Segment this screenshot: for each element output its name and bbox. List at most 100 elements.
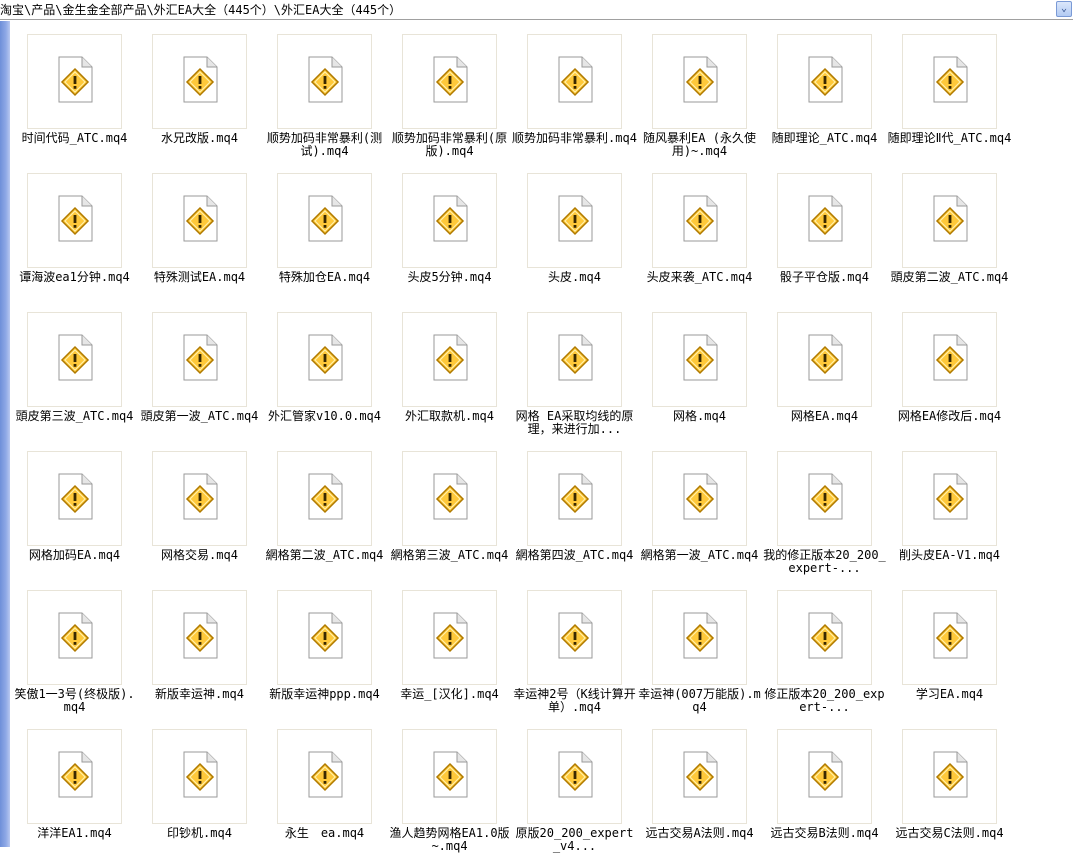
file-item[interactable]: 学习EA.mq4 — [887, 580, 1012, 719]
file-item[interactable]: 外汇管家v10.0.mq4 — [262, 302, 387, 441]
file-item[interactable]: 头皮5分钟.mq4 — [387, 163, 512, 302]
file-thumbnail[interactable] — [152, 451, 247, 546]
file-name-label[interactable]: 網格第三波_ATC.mq4 — [387, 549, 512, 562]
file-item[interactable]: 削头皮EA-V1.mq4 — [887, 441, 1012, 580]
file-item[interactable]: 远古交易C法则.mq4 — [887, 719, 1012, 858]
address-path[interactable]: 淘宝\产品\金生金全部产品\外汇EA大全（445个）\外汇EA大全（445个） — [0, 2, 401, 18]
file-name-label[interactable]: 远古交易C法则.mq4 — [887, 827, 1012, 840]
file-thumbnail[interactable] — [27, 34, 122, 129]
file-item[interactable]: 顺势加码非常暴利(测试).mq4 — [262, 24, 387, 163]
file-thumbnail[interactable] — [402, 451, 497, 546]
file-item[interactable]: 頭皮第三波_ATC.mq4 — [12, 302, 137, 441]
file-thumbnail[interactable] — [27, 312, 122, 407]
file-thumbnail[interactable] — [277, 451, 372, 546]
file-name-label[interactable]: 谭海波ea1分钟.mq4 — [12, 271, 137, 284]
file-thumbnail[interactable] — [652, 729, 747, 824]
file-item[interactable]: 幸运神2号（K线计算开单）.mq4 — [512, 580, 637, 719]
file-item[interactable]: 笑傲1一3号(终极版).mq4 — [12, 580, 137, 719]
file-item[interactable]: 随风暴利EA (永久使用)~.mq4 — [637, 24, 762, 163]
file-name-label[interactable]: 修正版本20_200_expert-... — [762, 688, 887, 714]
file-name-label[interactable]: 水兄改版.mq4 — [137, 132, 262, 145]
file-item[interactable]: 谭海波ea1分钟.mq4 — [12, 163, 137, 302]
file-name-label[interactable]: 网格EA修改后.mq4 — [887, 410, 1012, 423]
file-name-label[interactable]: 印钞机.mq4 — [137, 827, 262, 840]
file-name-label[interactable]: 新版幸运神.mq4 — [137, 688, 262, 701]
file-name-label[interactable]: 網格第二波_ATC.mq4 — [262, 549, 387, 562]
file-name-label[interactable]: 顺势加码非常暴利.mq4 — [512, 132, 637, 145]
file-item[interactable]: 随即理论Ⅱ代_ATC.mq4 — [887, 24, 1012, 163]
file-thumbnail[interactable] — [402, 173, 497, 268]
file-name-label[interactable]: 顺势加码非常暴利(测试).mq4 — [262, 132, 387, 158]
file-thumbnail[interactable] — [527, 34, 622, 129]
file-name-label[interactable]: 特殊加仓EA.mq4 — [262, 271, 387, 284]
file-thumbnail[interactable] — [902, 34, 997, 129]
file-item[interactable]: 頭皮第一波_ATC.mq4 — [137, 302, 262, 441]
file-thumbnail[interactable] — [902, 590, 997, 685]
file-item[interactable]: 头皮来袭_ATC.mq4 — [637, 163, 762, 302]
address-bar[interactable]: 淘宝\产品\金生金全部产品\外汇EA大全（445个）\外汇EA大全（445个） … — [0, 0, 1073, 20]
file-thumbnail[interactable] — [527, 729, 622, 824]
file-name-label[interactable]: 渔人趋势网格EA1.0版~.mq4 — [387, 827, 512, 853]
file-item[interactable]: 洋洋EA1.mq4 — [12, 719, 137, 858]
file-item[interactable]: 特殊加仓EA.mq4 — [262, 163, 387, 302]
file-thumbnail[interactable] — [527, 173, 622, 268]
file-name-label[interactable]: 网格加码EA.mq4 — [12, 549, 137, 562]
file-name-label[interactable]: 永生 ea.mq4 — [262, 827, 387, 840]
file-name-label[interactable]: 网格.mq4 — [637, 410, 762, 423]
file-item[interactable]: 网格EA修改后.mq4 — [887, 302, 1012, 441]
file-thumbnail[interactable] — [527, 590, 622, 685]
file-name-label[interactable]: 頭皮第三波_ATC.mq4 — [12, 410, 137, 423]
file-thumbnail[interactable] — [152, 729, 247, 824]
file-thumbnail[interactable] — [777, 34, 872, 129]
file-thumbnail[interactable] — [777, 590, 872, 685]
file-thumbnail[interactable] — [402, 590, 497, 685]
file-item[interactable]: 網格第一波_ATC.mq4 — [637, 441, 762, 580]
file-thumbnail[interactable] — [777, 312, 872, 407]
file-thumbnail[interactable] — [777, 173, 872, 268]
file-item[interactable]: 网格.mq4 — [637, 302, 762, 441]
file-item[interactable]: 修正版本20_200_expert-... — [762, 580, 887, 719]
file-item[interactable]: 时间代码_ATC.mq4 — [12, 24, 137, 163]
file-thumbnail[interactable] — [902, 312, 997, 407]
file-thumbnail[interactable] — [777, 729, 872, 824]
file-thumbnail[interactable] — [27, 451, 122, 546]
file-icon-view[interactable]: 时间代码_ATC.mq4 水兄改版.mq4 顺势加码非常暴利(测试).mq4 顺势加码… — [12, 24, 1073, 853]
file-thumbnail[interactable] — [652, 34, 747, 129]
file-item[interactable]: 原版20_200_expert_v4... — [512, 719, 637, 858]
file-thumbnail[interactable] — [777, 451, 872, 546]
file-item[interactable]: 新版幸运神.mq4 — [137, 580, 262, 719]
file-thumbnail[interactable] — [402, 312, 497, 407]
file-name-label[interactable]: 随即理论_ATC.mq4 — [762, 132, 887, 145]
file-thumbnail[interactable] — [152, 590, 247, 685]
file-thumbnail[interactable] — [527, 312, 622, 407]
file-item[interactable]: 随即理论_ATC.mq4 — [762, 24, 887, 163]
file-item[interactable]: 水兄改版.mq4 — [137, 24, 262, 163]
file-thumbnail[interactable] — [277, 590, 372, 685]
file-thumbnail[interactable] — [27, 173, 122, 268]
file-thumbnail[interactable] — [902, 173, 997, 268]
file-thumbnail[interactable] — [27, 590, 122, 685]
file-item[interactable]: 顺势加码非常暴利.mq4 — [512, 24, 637, 163]
file-name-label[interactable]: 笑傲1一3号(终极版).mq4 — [12, 688, 137, 714]
file-thumbnail[interactable] — [902, 729, 997, 824]
file-name-label[interactable]: 頭皮第一波_ATC.mq4 — [137, 410, 262, 423]
file-item[interactable]: 骰子平仓版.mq4 — [762, 163, 887, 302]
file-item[interactable]: 新版幸运神ppp.mq4 — [262, 580, 387, 719]
file-item[interactable]: 幸运神(007万能版).mq4 — [637, 580, 762, 719]
file-item[interactable]: 網格第二波_ATC.mq4 — [262, 441, 387, 580]
address-dropdown-button[interactable]: ⌄ — [1056, 1, 1072, 17]
file-item[interactable]: 网格EA.mq4 — [762, 302, 887, 441]
file-name-label[interactable]: 头皮5分钟.mq4 — [387, 271, 512, 284]
file-thumbnail[interactable] — [652, 590, 747, 685]
file-name-label[interactable]: 網格第四波_ATC.mq4 — [512, 549, 637, 562]
file-name-label[interactable]: 外汇管家v10.0.mq4 — [262, 410, 387, 423]
file-item[interactable]: 頭皮第二波_ATC.mq4 — [887, 163, 1012, 302]
file-item[interactable]: 網格第三波_ATC.mq4 — [387, 441, 512, 580]
file-name-label[interactable]: 網格第一波_ATC.mq4 — [637, 549, 762, 562]
file-name-label[interactable]: 时间代码_ATC.mq4 — [12, 132, 137, 145]
file-item[interactable]: 永生 ea.mq4 — [262, 719, 387, 858]
file-item[interactable]: 特殊测试EA.mq4 — [137, 163, 262, 302]
file-name-label[interactable]: 网格 EA采取均线的原理，来进行加... — [512, 410, 637, 436]
file-name-label[interactable]: 骰子平仓版.mq4 — [762, 271, 887, 284]
file-thumbnail[interactable] — [277, 729, 372, 824]
